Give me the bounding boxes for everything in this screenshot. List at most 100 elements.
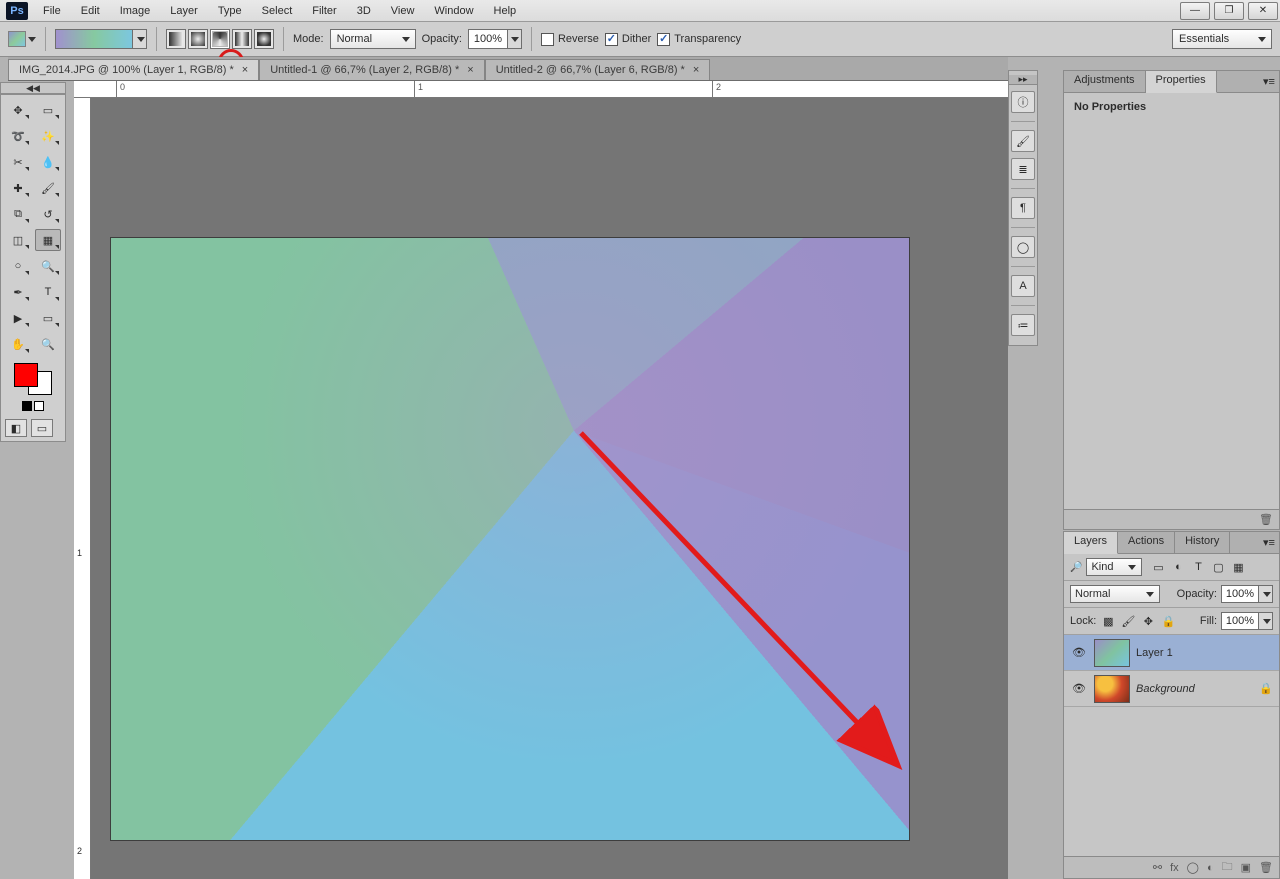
new-fill-adjust-icon[interactable]: ◐ xyxy=(1207,862,1214,874)
transparency-checkbox[interactable] xyxy=(657,33,670,46)
menu-filter[interactable]: Filter xyxy=(303,2,345,20)
gradient-type-reflected[interactable] xyxy=(232,29,252,49)
gradient-picker[interactable] xyxy=(55,29,133,49)
layer-opacity-dropdown[interactable] xyxy=(1259,585,1273,603)
dock-collapse-handle[interactable]: ▸▸ xyxy=(1009,75,1037,85)
layer-thumbnail[interactable] xyxy=(1094,639,1130,667)
document-tab[interactable]: Untitled-2 @ 66,7% (Layer 6, RGB/8) * × xyxy=(485,59,711,80)
fill-input[interactable]: 100% xyxy=(1221,612,1259,630)
gradient-type-linear[interactable] xyxy=(166,29,186,49)
adjustments-tab[interactable]: Adjustments xyxy=(1064,71,1146,92)
visibility-toggle-icon[interactable]: 👁 xyxy=(1070,646,1088,659)
clone-stamp-tool[interactable]: ⧉ xyxy=(5,203,31,225)
tool-preset-icon[interactable] xyxy=(8,31,26,47)
menu-window[interactable]: Window xyxy=(425,2,482,20)
visibility-toggle-icon[interactable]: 👁 xyxy=(1070,682,1088,695)
gradient-picker-dropdown[interactable] xyxy=(133,29,147,49)
properties-tab[interactable]: Properties xyxy=(1146,71,1217,93)
lock-transparency-icon[interactable]: ▩ xyxy=(1100,614,1116,628)
panel-menu-icon[interactable]: ▾≡ xyxy=(1259,71,1279,92)
mode-dropdown[interactable]: Normal xyxy=(330,29,416,49)
menu-type[interactable]: Type xyxy=(209,2,251,20)
dock-3d-icon[interactable]: ◯ xyxy=(1011,236,1035,258)
layer-row[interactable]: 👁 Background 🔒 xyxy=(1064,671,1279,707)
opacity-dropdown[interactable] xyxy=(508,29,522,49)
hand-tool[interactable]: ✋ xyxy=(5,333,31,355)
eyedropper-tool[interactable]: 💧 xyxy=(35,151,61,173)
marquee-tool[interactable]: ▭ xyxy=(35,99,61,121)
default-colors-icon[interactable] xyxy=(22,401,32,411)
dock-styles-icon[interactable]: ≔ xyxy=(1011,314,1035,336)
link-layers-icon[interactable]: ⚯ xyxy=(1153,861,1162,874)
menu-3d[interactable]: 3D xyxy=(348,2,380,20)
gradient-tool[interactable]: ▦ xyxy=(35,229,61,251)
delete-layer-icon[interactable]: 🗑 xyxy=(1259,861,1273,874)
swap-colors-icon[interactable] xyxy=(34,401,44,411)
reverse-checkbox[interactable] xyxy=(541,33,554,46)
dock-paragraph-icon[interactable]: ¶ xyxy=(1011,197,1035,219)
dither-checkbox[interactable] xyxy=(605,33,618,46)
layer-fx-icon[interactable]: fx xyxy=(1170,862,1179,874)
screen-mode-toggle[interactable]: ▭ xyxy=(31,419,53,437)
layer-thumbnail[interactable] xyxy=(1094,675,1130,703)
lock-position-icon[interactable]: ✥ xyxy=(1140,614,1156,628)
blur-tool[interactable]: ○ xyxy=(5,255,31,277)
foreground-color-swatch[interactable] xyxy=(14,363,38,387)
filter-shape-icon[interactable]: ▢ xyxy=(1210,559,1226,575)
filter-type-icon[interactable]: T xyxy=(1190,559,1206,575)
eraser-tool[interactable]: ◫ xyxy=(5,229,31,251)
dock-character-icon[interactable]: A xyxy=(1011,275,1035,297)
filter-pixel-icon[interactable]: ▭ xyxy=(1150,559,1166,575)
gradient-type-angular[interactable] xyxy=(210,29,230,49)
zoom-tool[interactable]: 🔍 xyxy=(35,333,61,355)
document-tab[interactable]: Untitled-1 @ 66,7% (Layer 2, RGB/8) * × xyxy=(259,59,485,80)
menu-help[interactable]: Help xyxy=(485,2,526,20)
history-tab[interactable]: History xyxy=(1175,532,1230,553)
close-button[interactable] xyxy=(1248,2,1278,20)
crop-tool[interactable]: ✂ xyxy=(5,151,31,173)
filter-smart-icon[interactable]: ▦ xyxy=(1230,559,1246,575)
maximize-button[interactable] xyxy=(1214,2,1244,20)
panel-menu-icon[interactable]: ▾≡ xyxy=(1259,532,1279,553)
close-tab-icon[interactable]: × xyxy=(693,64,699,76)
blend-mode-dropdown[interactable]: Normal xyxy=(1070,585,1160,603)
close-tab-icon[interactable]: × xyxy=(467,64,473,76)
gradient-type-diamond[interactable] xyxy=(254,29,274,49)
ruler-vertical[interactable]: 1 2 xyxy=(74,98,91,879)
menu-layer[interactable]: Layer xyxy=(161,2,207,20)
magic-wand-tool[interactable]: ✨ xyxy=(35,125,61,147)
dock-brush-icon[interactable]: 🖌 xyxy=(1011,130,1035,152)
new-group-icon[interactable]: 🗀 xyxy=(1222,858,1233,877)
menu-image[interactable]: Image xyxy=(111,2,160,20)
healing-brush-tool[interactable]: ✚ xyxy=(5,177,31,199)
opacity-input[interactable]: 100% xyxy=(468,29,508,49)
document-tab[interactable]: IMG_2014.JPG @ 100% (Layer 1, RGB/8) * × xyxy=(8,59,259,80)
brush-tool[interactable]: 🖌 xyxy=(35,177,61,199)
lasso-tool[interactable]: ➰ xyxy=(5,125,31,147)
menu-view[interactable]: View xyxy=(382,2,424,20)
layers-tab[interactable]: Layers xyxy=(1064,532,1118,554)
menu-select[interactable]: Select xyxy=(253,2,302,20)
lock-pixels-icon[interactable]: 🖌 xyxy=(1120,614,1136,628)
workspace-switcher[interactable]: Essentials xyxy=(1172,29,1272,49)
canvas-area[interactable] xyxy=(91,98,1008,879)
tools-collapse-handle[interactable]: ◀◀ xyxy=(0,82,66,94)
actions-tab[interactable]: Actions xyxy=(1118,532,1175,553)
fill-dropdown[interactable] xyxy=(1259,612,1273,630)
layer-opacity-input[interactable]: 100% xyxy=(1221,585,1259,603)
history-brush-tool[interactable]: ↺ xyxy=(35,203,61,225)
trash-icon[interactable]: 🗑 xyxy=(1259,513,1273,526)
tool-preset-dropdown-icon[interactable] xyxy=(28,37,36,42)
layer-mask-icon[interactable]: ◯ xyxy=(1187,861,1199,874)
type-tool[interactable]: T xyxy=(35,281,61,303)
menu-edit[interactable]: Edit xyxy=(72,2,109,20)
move-tool[interactable]: ✥ xyxy=(5,99,31,121)
layer-name[interactable]: Background xyxy=(1136,683,1253,695)
dock-info-icon[interactable]: ⓘ xyxy=(1011,91,1035,113)
minimize-button[interactable] xyxy=(1180,2,1210,20)
path-select-tool[interactable]: ▶ xyxy=(5,307,31,329)
dock-swatches-icon[interactable]: ≣ xyxy=(1011,158,1035,180)
layer-filter-dropdown[interactable]: Kind xyxy=(1086,558,1142,576)
layer-row[interactable]: 👁 Layer 1 xyxy=(1064,635,1279,671)
menu-file[interactable]: File xyxy=(34,2,70,20)
